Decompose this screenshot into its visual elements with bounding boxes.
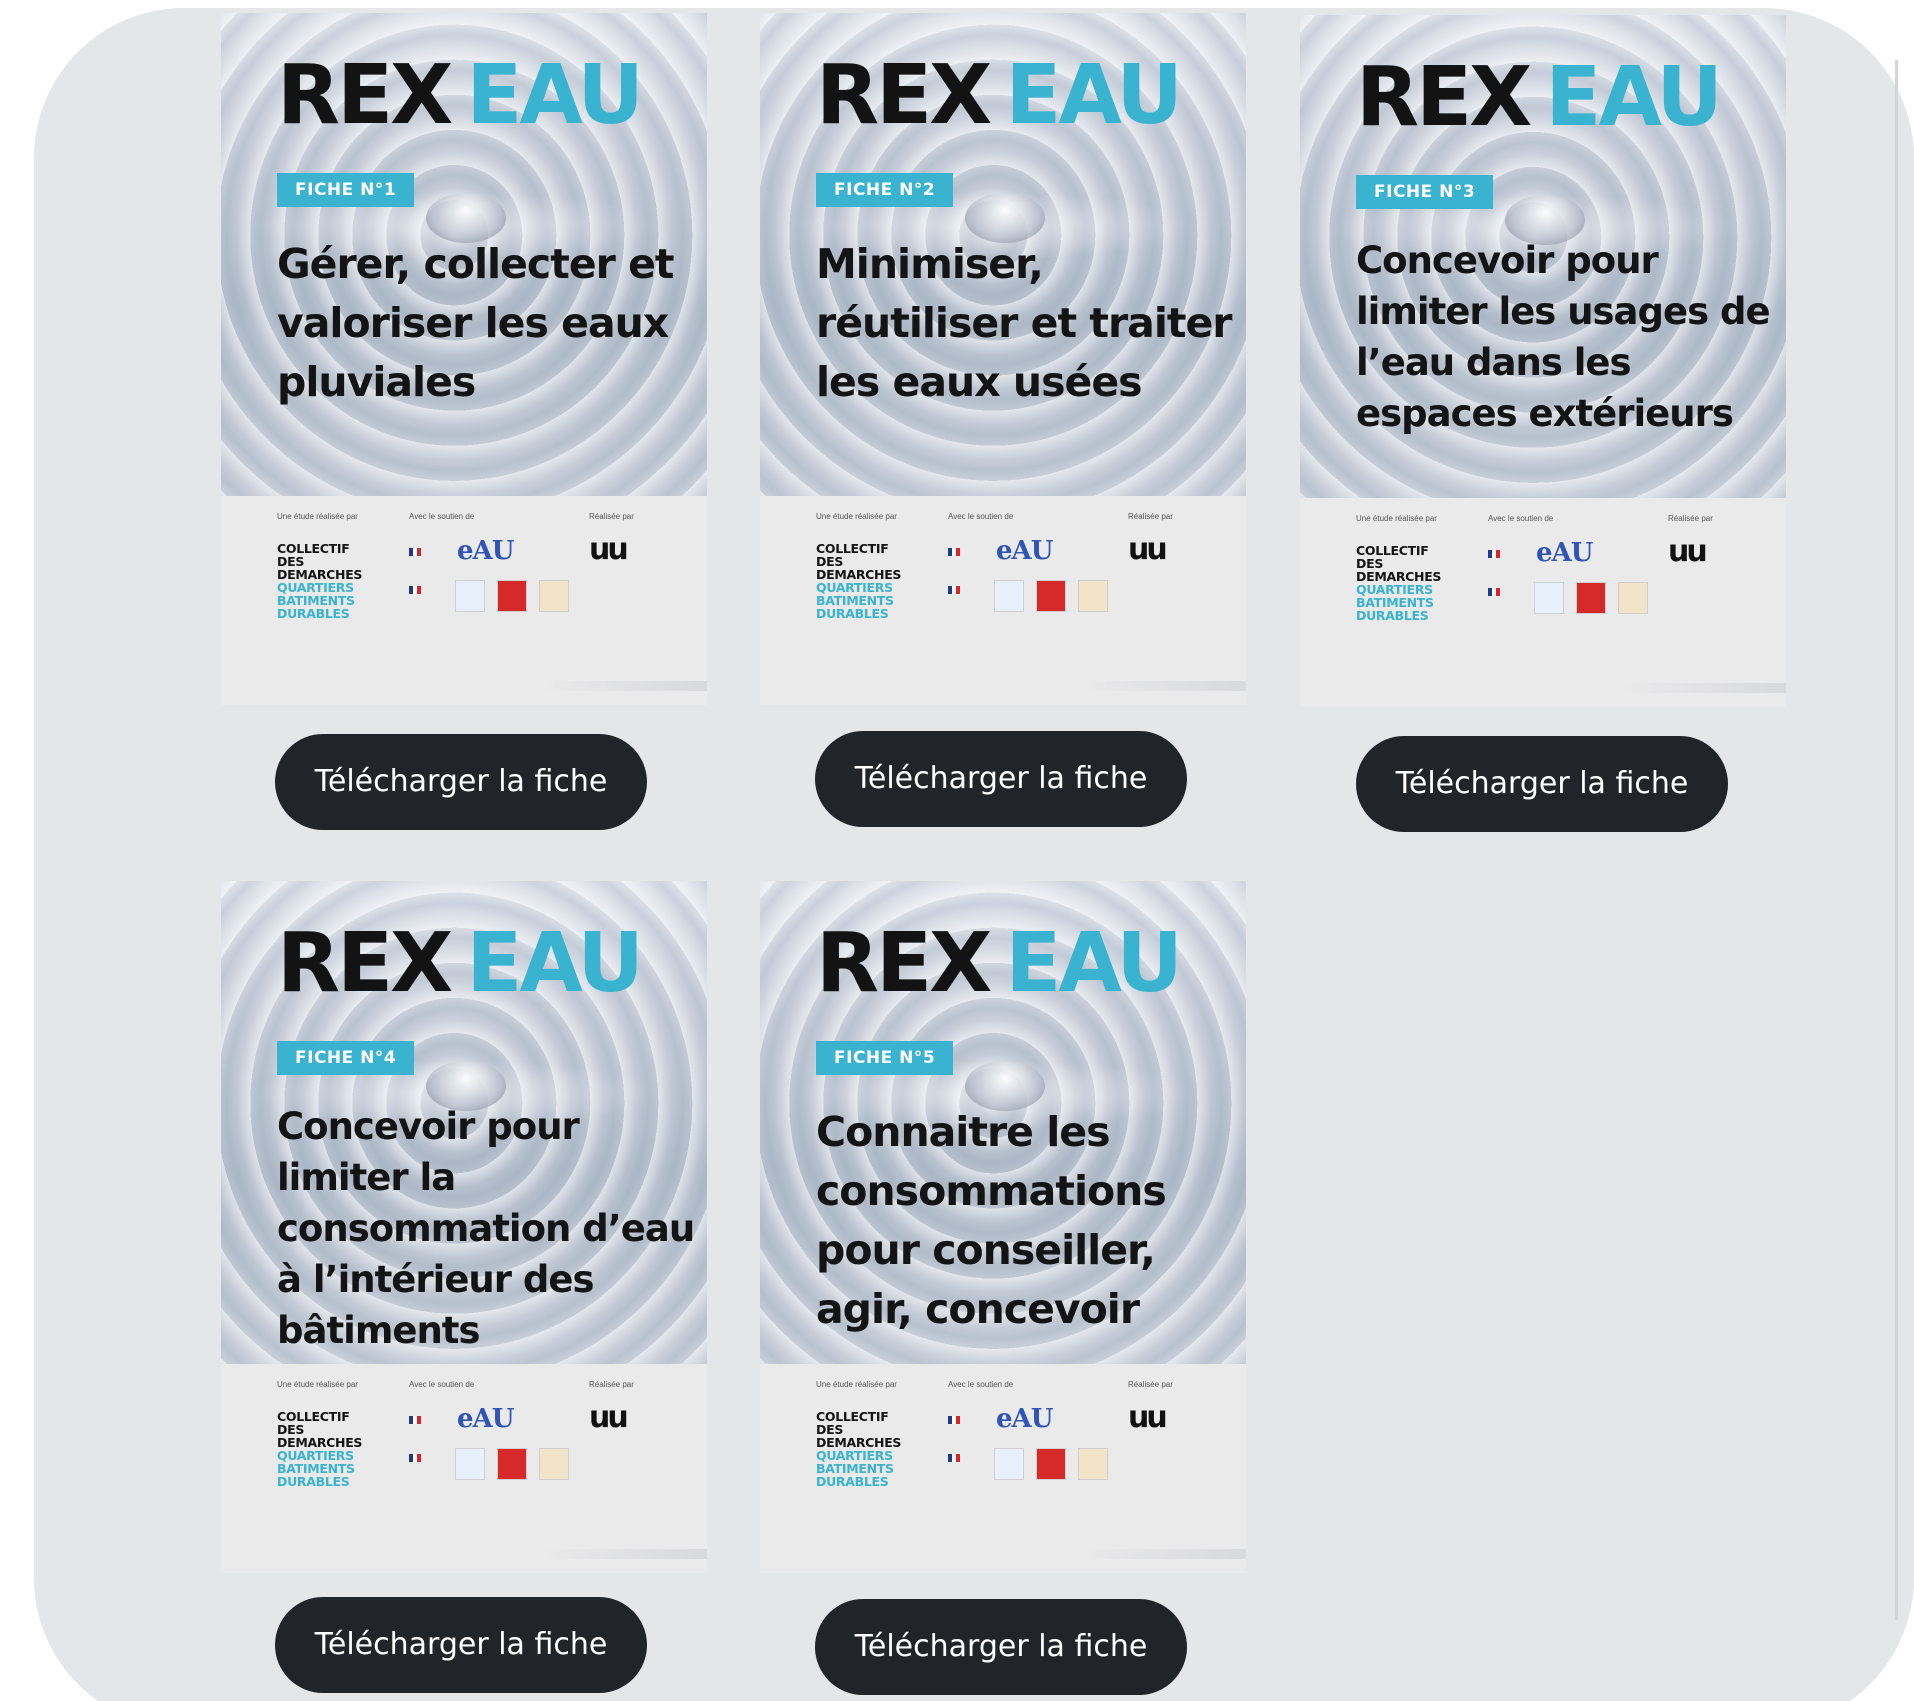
partner-logo-blue: [994, 580, 1024, 612]
support-caption: Avec le soutien de: [948, 1380, 1014, 1389]
partner-logo-gold: [1618, 582, 1648, 614]
partner-logo-blue: [1534, 582, 1564, 614]
eau-partner-logo: eAU: [457, 536, 514, 566]
partner-logo-gold: [1078, 580, 1108, 612]
logo-eau-text: EAU: [1005, 916, 1183, 1011]
fiche-card-3[interactable]: REX EAU FICHE N°3 Concevoir pour limiter …: [1300, 15, 1786, 707]
fiche-footer: Une étude réalisée par Avec le soutien d…: [760, 496, 1246, 705]
collectif-logo: COLLECTIF DES DEMARCHES QUARTIERS BATIMENTS…: [277, 541, 363, 621]
by-caption: Réalisée par: [589, 1380, 634, 1389]
partner-logo-gold: [539, 580, 569, 612]
partner-logo-blue: [455, 580, 485, 612]
study-caption: Une étude réalisée par: [277, 512, 358, 521]
rex-eau-logo: REX EAU: [277, 55, 644, 137]
logo-rex-text: REX: [816, 48, 992, 143]
rex-eau-logo: REX EAU: [816, 55, 1183, 137]
region-logo: [948, 1454, 960, 1462]
logo-eau-text: EAU: [466, 916, 644, 1011]
partner-logo-gold: [1078, 1448, 1108, 1480]
download-fiche-3-button[interactable]: Télécharger la fiche: [1356, 736, 1728, 832]
eau-partner-logo: eAU: [1536, 538, 1593, 568]
uu-logo: uu: [589, 532, 629, 567]
fiche-number-badge: FICHE N°1: [277, 173, 415, 207]
republique-francaise-logo: [948, 1416, 960, 1424]
fiche-title: Concevoir pour limiter la consommation d…: [277, 1105, 695, 1352]
download-fiche-1-button[interactable]: Télécharger la fiche: [275, 734, 647, 830]
partner-logo-red: [1036, 1448, 1066, 1480]
by-caption: Réalisée par: [1128, 512, 1173, 521]
fiche-card-1[interactable]: REX EAU FICHE N°1 Gérer, collecter et val…: [221, 13, 707, 705]
by-caption: Réalisée par: [1668, 514, 1713, 523]
fiche-footer: Une étude réalisée par Avec le soutien d…: [760, 1364, 1246, 1573]
region-logo: [948, 586, 960, 594]
study-caption: Une étude réalisée par: [1356, 514, 1437, 523]
fiche-title: Minimiser, réutiliser et traiter les eau…: [816, 240, 1233, 406]
fiche-title: Connaitre les consommations pour conseil…: [816, 1108, 1167, 1333]
eau-partner-logo: eAU: [996, 536, 1053, 566]
fiche-footer: Une étude réalisée par Avec le soutien d…: [221, 496, 707, 705]
eau-partner-logo: eAU: [996, 1404, 1053, 1434]
logo-rex-text: REX: [277, 916, 453, 1011]
partner-logo-red: [497, 580, 527, 612]
download-fiche-2-button[interactable]: Télécharger la fiche: [815, 731, 1187, 827]
fiche-title: Gérer, collecter et valoriser les eaux p…: [277, 240, 675, 406]
partner-logo-red: [1576, 582, 1606, 614]
fiche-number-badge: FICHE N°2: [816, 173, 954, 207]
study-caption: Une étude réalisée par: [277, 1380, 358, 1389]
logo-rex-text: REX: [1356, 50, 1532, 145]
partner-logo-blue: [455, 1448, 485, 1480]
support-caption: Avec le soutien de: [409, 512, 475, 521]
partner-logo-gold: [539, 1448, 569, 1480]
support-caption: Avec le soutien de: [1488, 514, 1554, 523]
region-logo: [1488, 588, 1500, 596]
study-caption: Une étude réalisée par: [816, 512, 897, 521]
logo-eau-text: EAU: [1005, 48, 1183, 143]
support-caption: Avec le soutien de: [948, 512, 1014, 521]
fiche-footer: Une étude réalisée par Avec le soutien d…: [221, 1364, 707, 1573]
collectif-logo: COLLECTIF DES DEMARCHES QUARTIERS BATIMENTS…: [1356, 543, 1442, 623]
rex-eau-logo: REX EAU: [277, 923, 644, 1005]
study-caption: Une étude réalisée par: [816, 1380, 897, 1389]
region-logo: [409, 1454, 421, 1462]
fiche-card-5[interactable]: REX EAU FICHE N°5 Connaitre les consommat…: [760, 881, 1246, 1573]
scrollbar-track[interactable]: [1895, 60, 1898, 1620]
collectif-logo: COLLECTIF DES DEMARCHES QUARTIERS BATIMENTS…: [816, 541, 902, 621]
partner-logo-red: [497, 1448, 527, 1480]
rex-eau-logo: REX EAU: [1356, 57, 1723, 139]
uu-logo: uu: [1128, 1400, 1168, 1435]
fiche-card-2[interactable]: REX EAU FICHE N°2 Minimiser, réutiliser e…: [760, 13, 1246, 705]
partner-logo-blue: [994, 1448, 1024, 1480]
rex-eau-logo: REX EAU: [816, 923, 1183, 1005]
logo-eau-text: EAU: [1545, 50, 1723, 145]
fiche-footer: Une étude réalisée par Avec le soutien d…: [1300, 498, 1786, 707]
republique-francaise-logo: [1488, 550, 1500, 558]
republique-francaise-logo: [948, 548, 960, 556]
fiche-number-badge: FICHE N°4: [277, 1041, 415, 1075]
collectif-logo: COLLECTIF DES DEMARCHES QUARTIERS BATIMENTS…: [816, 1409, 902, 1489]
eau-partner-logo: eAU: [457, 1404, 514, 1434]
republique-francaise-logo: [409, 548, 421, 556]
support-caption: Avec le soutien de: [409, 1380, 475, 1389]
fiche-number-badge: FICHE N°3: [1356, 175, 1494, 209]
partner-logo-red: [1036, 580, 1066, 612]
download-fiche-5-button[interactable]: Télécharger la fiche: [815, 1599, 1187, 1695]
region-logo: [409, 586, 421, 594]
republique-francaise-logo: [409, 1416, 421, 1424]
uu-logo: uu: [1668, 534, 1708, 569]
uu-logo: uu: [589, 1400, 629, 1435]
collectif-logo: COLLECTIF DES DEMARCHES QUARTIERS BATIMENTS…: [277, 1409, 363, 1489]
by-caption: Réalisée par: [1128, 1380, 1173, 1389]
logo-rex-text: REX: [277, 48, 453, 143]
fiche-title: Concevoir pour limiter les usages de l’e…: [1356, 239, 1771, 435]
logo-rex-text: REX: [816, 916, 992, 1011]
fiche-number-badge: FICHE N°5: [816, 1041, 954, 1075]
logo-eau-text: EAU: [466, 48, 644, 143]
download-fiche-4-button[interactable]: Télécharger la fiche: [275, 1597, 647, 1693]
by-caption: Réalisée par: [589, 512, 634, 521]
fiche-card-4[interactable]: REX EAU FICHE N°4 Concevoir pour limiter …: [221, 881, 707, 1573]
uu-logo: uu: [1128, 532, 1168, 567]
